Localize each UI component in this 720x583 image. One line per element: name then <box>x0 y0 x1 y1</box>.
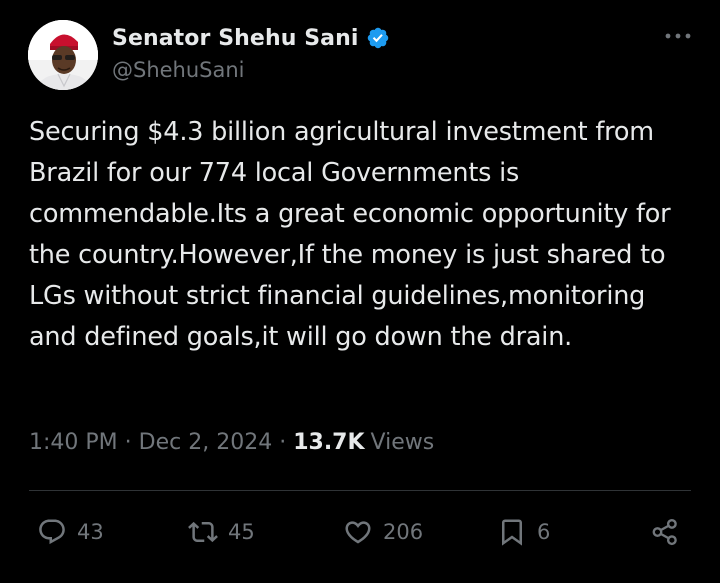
verified-badge-icon[interactable] <box>366 26 390 50</box>
author-handle[interactable]: @ShehuSani <box>112 58 245 82</box>
views-count[interactable]: 13.7K <box>293 430 364 455</box>
post-time[interactable]: 1:40 PM <box>29 430 118 455</box>
views-label: Views <box>370 430 435 455</box>
meta-separator: · <box>124 430 132 455</box>
bookmark-count: 6 <box>537 520 551 544</box>
meta-separator: · <box>279 430 287 455</box>
repost-count: 45 <box>228 520 255 544</box>
tweet-card: Senator Shehu Sani @ShehuSani Securing $… <box>0 0 720 583</box>
author-display-name[interactable]: Senator Shehu Sani <box>112 26 359 51</box>
like-count: 206 <box>383 520 424 544</box>
avatar-image <box>28 20 98 90</box>
reply-icon <box>39 519 65 545</box>
bookmark-icon <box>502 519 522 546</box>
divider <box>29 490 691 491</box>
share-button[interactable] <box>650 510 680 554</box>
bookmark-button[interactable]: 6 <box>497 510 550 554</box>
action-bar: 43 45 206 6 <box>0 510 720 554</box>
author-name-row[interactable]: Senator Shehu Sani <box>112 24 390 52</box>
reply-button[interactable]: 43 <box>37 510 104 554</box>
post-text: Securing $4.3 billion agricultural inves… <box>29 117 671 352</box>
repost-button[interactable]: 45 <box>188 510 255 554</box>
more-options-icon[interactable] <box>662 26 694 46</box>
post-metadata: 1:40 PM · Dec 2, 2024 · 13.7K Views <box>29 430 434 455</box>
avatar[interactable] <box>28 20 98 90</box>
heart-icon <box>345 521 371 544</box>
share-icon <box>652 518 677 546</box>
post-date[interactable]: Dec 2, 2024 <box>139 430 273 455</box>
reply-count: 43 <box>77 520 104 544</box>
like-button[interactable]: 206 <box>343 510 423 554</box>
repost-icon <box>188 521 218 543</box>
